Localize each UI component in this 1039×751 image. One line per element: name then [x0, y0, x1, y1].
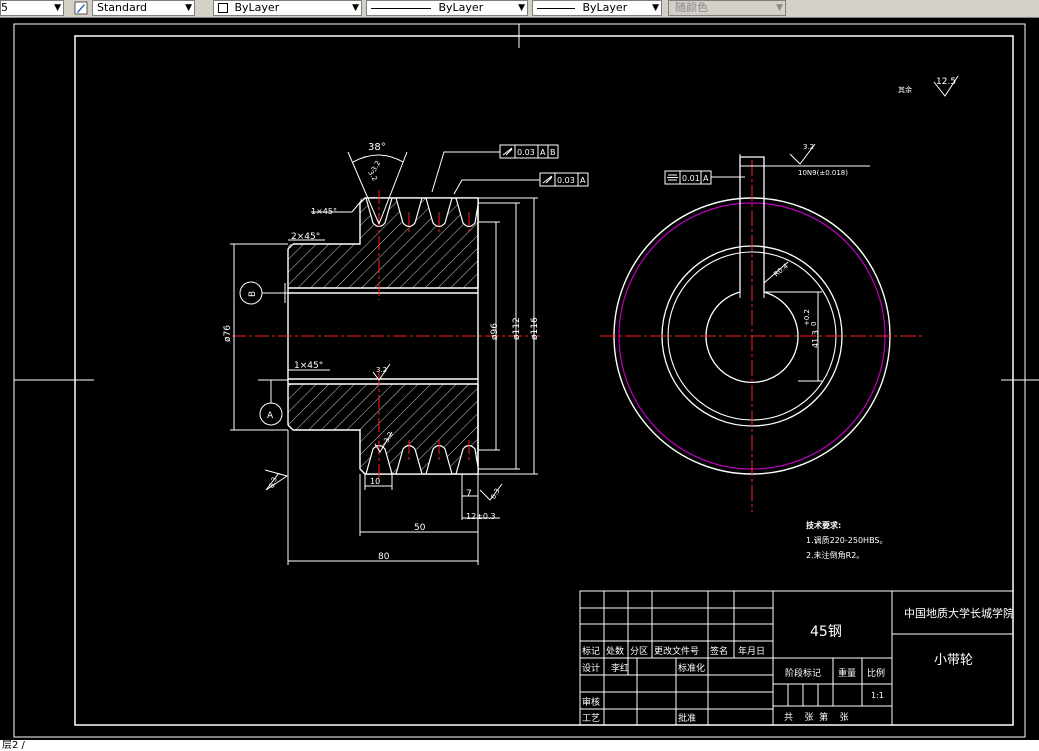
- svg-text:工艺: 工艺: [582, 713, 600, 724]
- dim-dia112: ø112: [512, 317, 522, 340]
- dim-chamfer-left: 2×45°: [291, 232, 320, 242]
- svg-text:比例: 比例: [867, 667, 885, 679]
- svg-text:0: 0: [810, 322, 818, 326]
- color-swatch-icon: [218, 3, 228, 13]
- command-line[interactable]: 层2 /: [0, 740, 1039, 751]
- svg-text:标记: 标记: [582, 645, 600, 657]
- end-view: 0.01 A 10N9(±0.018) 3.2 41.3 +0.2 0 R0.4: [600, 143, 925, 512]
- layer-value: 5: [1, 1, 8, 14]
- svg-text:A: A: [540, 148, 546, 157]
- rough-32-key: 3.2: [803, 143, 814, 151]
- color-value: ByLayer: [234, 1, 280, 14]
- lineweight-sample-icon: [537, 8, 575, 9]
- svg-text:3.2: 3.2: [376, 366, 387, 374]
- linetype-sample-icon: [371, 8, 431, 9]
- chevron-down-icon: ▼: [776, 3, 783, 13]
- svg-text:设计: 设计: [582, 662, 600, 674]
- text-style-dropdown[interactable]: Standard ▼: [92, 0, 195, 16]
- svg-text:批准: 批准: [678, 712, 696, 724]
- svg-text:更改文件号: 更改文件号: [654, 645, 699, 657]
- dim-dia96: ø96: [490, 323, 500, 340]
- svg-text:6.3: 6.3: [489, 487, 501, 501]
- svg-text:B: B: [550, 148, 556, 157]
- dim-len12: 12±0.3: [466, 512, 496, 521]
- svg-text:12.5: 12.5: [936, 77, 956, 87]
- svg-text:A: A: [580, 176, 586, 185]
- svg-text:A: A: [703, 174, 709, 183]
- tb-material: 45钢: [810, 624, 842, 640]
- layer-dropdown[interactable]: 5 ▼: [0, 0, 64, 16]
- svg-text:1.调质220-250HBS。: 1.调质220-250HBS。: [806, 535, 888, 545]
- svg-text:重量: 重量: [838, 667, 856, 679]
- linetype-dropdown[interactable]: ByLayer ▼: [366, 0, 528, 16]
- plot-style-value: 随颜色: [675, 1, 708, 14]
- dim-chamfer-top: 1×45°: [311, 207, 337, 216]
- svg-text:签名: 签名: [710, 645, 728, 657]
- command-line-text: 层2 /: [2, 740, 25, 751]
- svg-text:年月日: 年月日: [738, 645, 765, 657]
- dim-chamfer-bore: 1×45°: [294, 361, 323, 371]
- text-style-icon[interactable]: [74, 1, 88, 15]
- lineweight-dropdown[interactable]: ByLayer ▼: [532, 0, 662, 16]
- surface-finish-note: 其余 12.5: [898, 75, 959, 97]
- svg-text:标准化: 标准化: [678, 662, 705, 674]
- svg-text:处数: 处数: [606, 645, 624, 657]
- tol-runout-ab-value: 0.03: [517, 148, 535, 157]
- dim-dia116: ø116: [530, 317, 540, 340]
- lineweight-value: ByLayer: [582, 1, 628, 14]
- color-dropdown[interactable]: ByLayer ▼: [213, 0, 362, 16]
- svg-text:3.2: 3.2: [370, 159, 382, 173]
- outer-frame: [13, 23, 1026, 738]
- dim-fillet: R0.4: [772, 262, 790, 279]
- section-view: 38° 3.2 3.2 1×45° 2×45° 1×45° ø76 ø96 ø1…: [223, 142, 589, 565]
- chevron-down-icon: ▼: [518, 3, 525, 13]
- dim-len7: 7: [466, 489, 472, 499]
- rough-63-left: 6.3: [268, 476, 279, 489]
- datum-a: A: [267, 411, 274, 421]
- dim-key-width: 10N9(±0.018): [798, 169, 848, 177]
- svg-text:2.未注倒角R2。: 2.未注倒角R2。: [806, 550, 864, 560]
- text-style-value: Standard: [97, 1, 148, 14]
- chevron-down-icon: ▼: [185, 3, 192, 13]
- tol-runout-a-value: 0.03: [557, 176, 575, 185]
- dim-key-depth: 41.3: [811, 330, 820, 348]
- svg-text:阶段标记: 阶段标记: [785, 667, 821, 679]
- linetype-value: ByLayer: [438, 1, 484, 14]
- chevron-down-icon: ▼: [652, 3, 659, 13]
- drawing-canvas[interactable]: 38° 3.2 3.2 1×45° 2×45° 1×45° ø76 ø96 ø1…: [0, 18, 1039, 740]
- dim-len10: 10: [370, 477, 380, 486]
- tb-sheet: 共 张 第 张: [784, 711, 849, 723]
- dim-len80: 80: [378, 552, 390, 562]
- svg-text:审核: 审核: [582, 696, 600, 708]
- tol-symmetry-value: 0.01: [682, 174, 700, 183]
- title-block: 45钢 中国地质大学长城学院 小带轮 标记 处数 分区 更改文件号 签名 年月日…: [579, 590, 1014, 726]
- datum-b: B: [248, 291, 258, 297]
- properties-toolbar: 5 ▼ Standard ▼ ByLayer ▼ ByLayer ▼ ByLay…: [0, 0, 1039, 18]
- dim-len50: 50: [414, 523, 426, 533]
- tb-school: 中国地质大学长城学院: [904, 606, 1014, 620]
- svg-text:技术要求:: 技术要求:: [806, 520, 841, 530]
- svg-text:其余: 其余: [898, 85, 912, 94]
- plot-style-dropdown[interactable]: 随颜色 ▼: [668, 0, 786, 16]
- chevron-down-icon: ▼: [54, 3, 61, 13]
- dim-dia76: ø76: [223, 325, 233, 342]
- tb-part-name: 小带轮: [934, 653, 973, 668]
- tb-designer: 李红: [611, 662, 629, 674]
- svg-text:分区: 分区: [630, 646, 648, 657]
- technical-requirements: 技术要求: 1.调质220-250HBS。 2.未注倒角R2。: [806, 520, 888, 560]
- dim-angle: 38°: [368, 142, 386, 153]
- inner-frame: [74, 35, 1014, 726]
- tb-scale: 1:1: [871, 691, 884, 700]
- chevron-down-icon: ▼: [352, 3, 359, 13]
